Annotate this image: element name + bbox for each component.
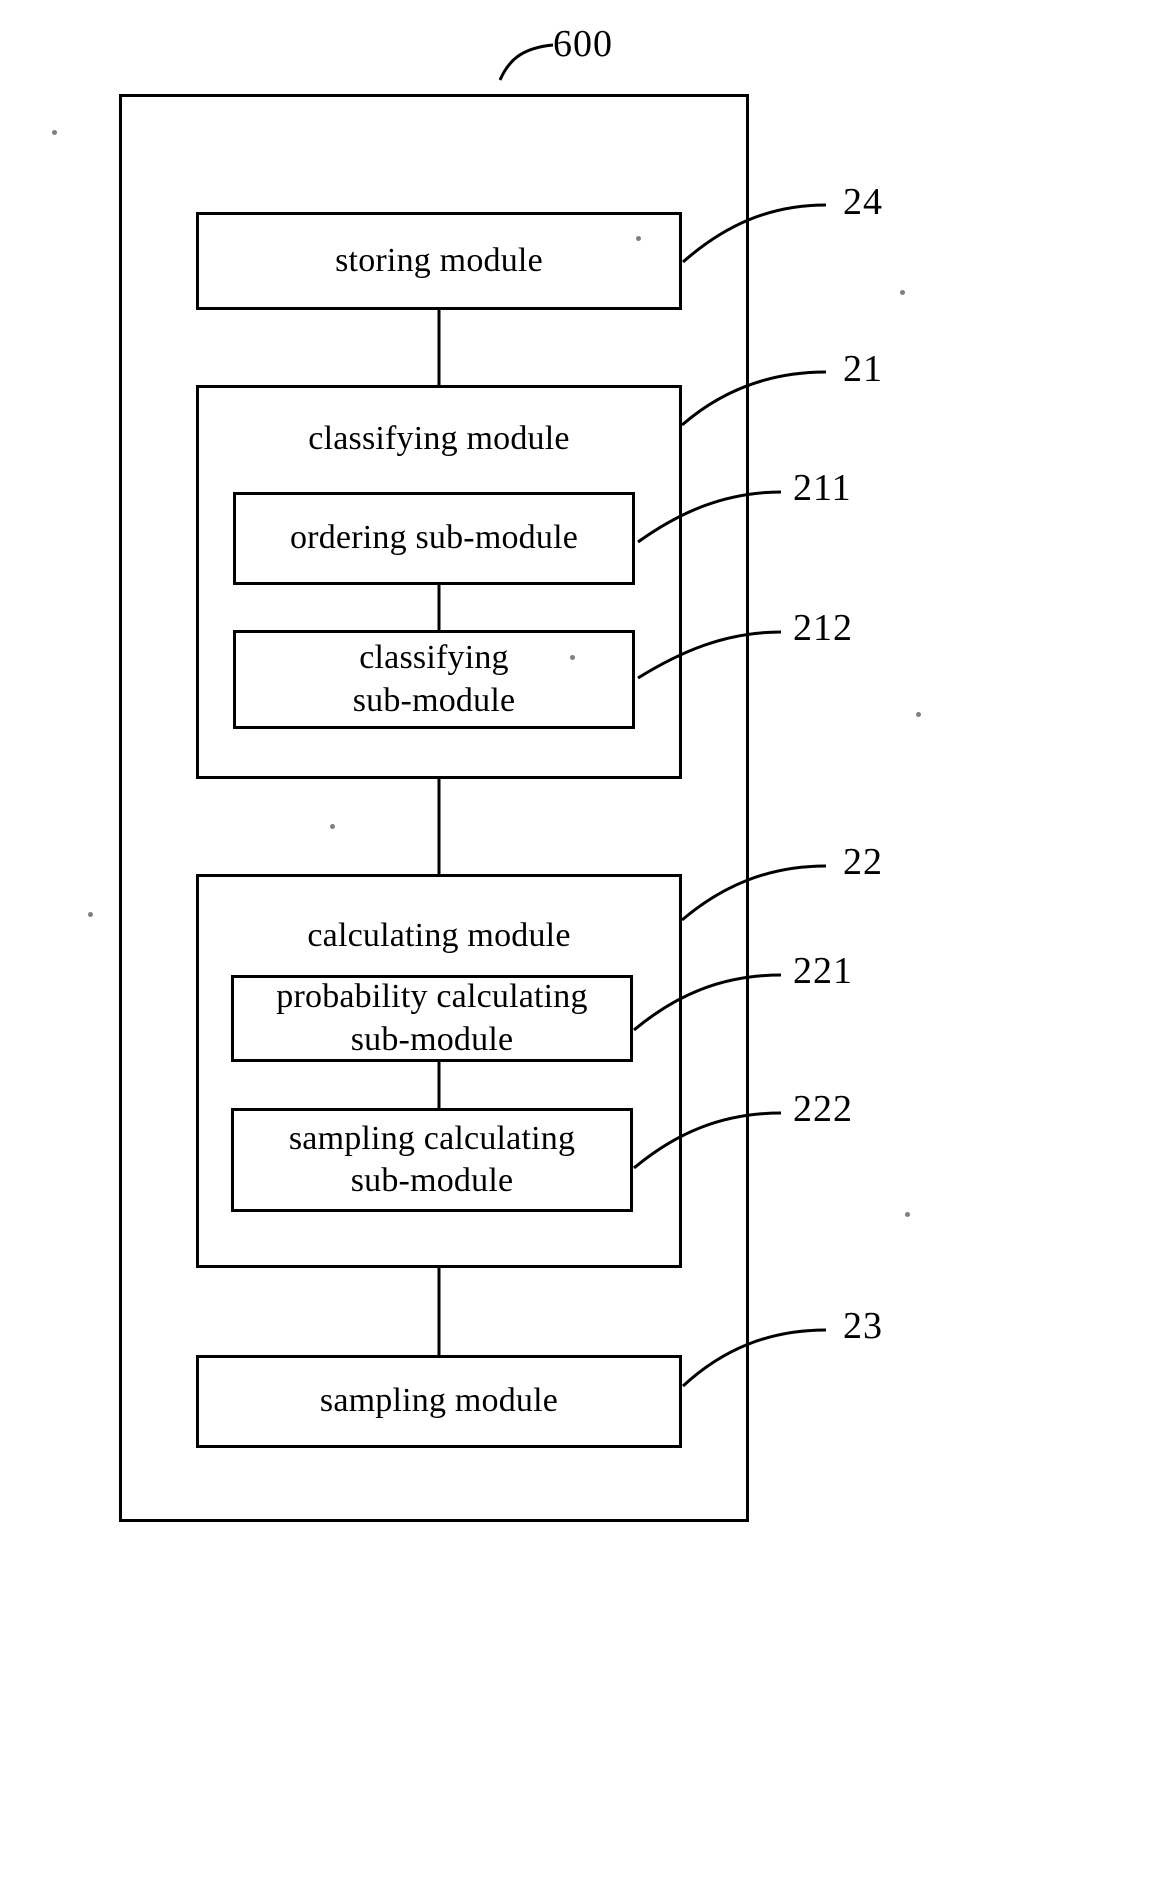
ordering-sub-module-label: ordering sub-module (289, 519, 579, 557)
calculating-module-label: calculating module (307, 917, 571, 954)
ref-numeral-21: 21 (843, 348, 883, 390)
probability-calculating-sub-module-label: probability calculating sub-module (276, 978, 588, 1058)
scan-speck (570, 655, 575, 660)
leader-600 (498, 43, 554, 81)
box-sampling-calculating-sub-module: sampling calculating sub-module (231, 1108, 633, 1212)
scan-speck (636, 236, 641, 241)
ref-numeral-23: 23 (843, 1305, 883, 1347)
scan-speck (900, 290, 905, 295)
sampling-module-label: sampling module (319, 1382, 559, 1420)
box-ordering-sub-module: ordering sub-module (233, 492, 635, 585)
scan-speck (88, 912, 93, 917)
storing-module-label: storing module (335, 241, 543, 279)
ref-numeral-24: 24 (843, 181, 883, 223)
box-classifying-sub-module: classifying sub-module (233, 630, 635, 729)
ref-numeral-212: 212 (793, 607, 853, 649)
sampling-calculating-sub-module-label: sampling calculating sub-module (288, 1119, 576, 1200)
box-probability-calculating-sub-module: probability calculating sub-module (231, 975, 633, 1062)
classifying-sub-module-label: classifying sub-module (352, 639, 516, 719)
box-storing-module: storing module (196, 212, 682, 310)
box-sampling-module: sampling module (196, 1355, 682, 1448)
scan-speck (905, 1212, 910, 1217)
ref-numeral-600: 600 (553, 23, 613, 65)
ref-numeral-222: 222 (793, 1088, 853, 1130)
figure-canvas: storing module classifying module orderi… (0, 0, 1161, 1901)
ref-numeral-221: 221 (793, 950, 853, 992)
scan-speck (52, 130, 57, 135)
ref-numeral-211: 211 (793, 467, 852, 509)
scan-speck (330, 824, 335, 829)
ref-numeral-22: 22 (843, 841, 883, 883)
scan-speck (916, 712, 921, 717)
classifying-module-label: classifying module (308, 420, 570, 457)
